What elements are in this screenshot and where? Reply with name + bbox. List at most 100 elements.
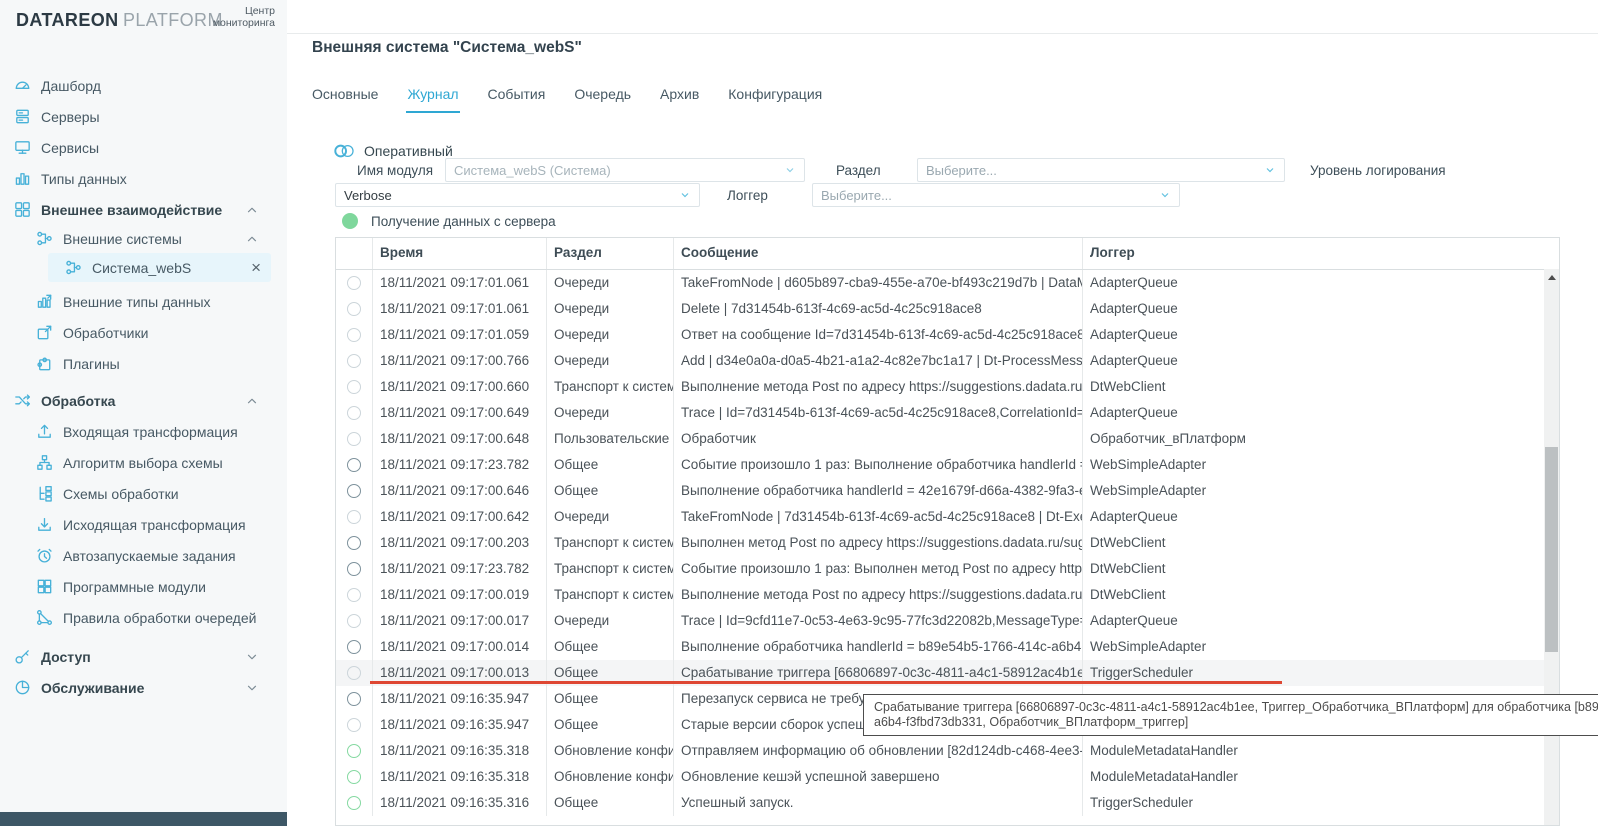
scroll-up-icon[interactable]	[1548, 275, 1556, 280]
tab-archive[interactable]: Архив	[659, 84, 700, 113]
row-status-circle[interactable]	[347, 406, 361, 420]
tab-main[interactable]: Основные	[311, 84, 379, 113]
cell-message: Delete | 7d31454b-613f-4c69-ac5d-4c25c91…	[674, 296, 1083, 322]
table-row[interactable]: 18/11/2021 09:17:01.061ОчередиDelete | 7…	[336, 296, 1559, 322]
row-status-circle[interactable]	[347, 536, 361, 550]
sidebar-item-external-systems[interactable]: Внешние системы	[0, 225, 287, 252]
module-name-select[interactable]: Система_webS (Система)	[445, 158, 805, 182]
top-bar	[287, 0, 1598, 34]
row-status-circle[interactable]	[347, 770, 361, 784]
operational-toggle[interactable]: Оперативный	[333, 142, 453, 160]
sidebar-item-auto-tasks[interactable]: Автозапускаемые задания	[0, 540, 287, 571]
table-row[interactable]: 18/11/2021 09:17:00.660Транспорт к систе…	[336, 374, 1559, 400]
row-status-circle[interactable]	[347, 510, 361, 524]
chevron-down-icon[interactable]	[245, 681, 259, 695]
row-status-circle[interactable]	[347, 796, 361, 810]
row-status-circle[interactable]	[347, 614, 361, 628]
cell-logger: AdapterQueue	[1083, 296, 1559, 322]
tab-queue[interactable]: Очередь	[573, 84, 632, 113]
sidebar-item-label: Внешнее взаимодействие	[41, 202, 222, 218]
row-status-circle[interactable]	[347, 354, 361, 368]
sidebar-item-program-modules[interactable]: Программные модули	[0, 571, 287, 602]
sidebar-item-servers[interactable]: Серверы	[0, 101, 287, 132]
row-status-circle[interactable]	[347, 458, 361, 472]
header-section[interactable]: Раздел	[547, 238, 674, 269]
table-row[interactable]: 18/11/2021 09:17:00.646ОбщееВыполнение о…	[336, 478, 1559, 504]
table-row[interactable]: 18/11/2021 09:17:00.014ОбщееВыполнение о…	[336, 634, 1559, 660]
tab-events[interactable]: События	[487, 84, 547, 113]
status-dot-icon	[342, 213, 358, 229]
table-row[interactable]: 18/11/2021 09:16:35.318Обновление конфиО…	[336, 764, 1559, 790]
logger-placeholder: Выберите...	[821, 188, 1153, 203]
chevron-up-icon[interactable]	[245, 394, 259, 408]
sidebar-item-processing-schemas[interactable]: Схемы обработки	[0, 478, 287, 509]
row-status-circle[interactable]	[347, 432, 361, 446]
table-row[interactable]: 18/11/2021 09:16:35.318Обновление конфиО…	[336, 738, 1559, 764]
chevron-down-icon[interactable]	[245, 650, 259, 664]
table-row[interactable]: 18/11/2021 09:17:23.782ОбщееСобытие прои…	[336, 452, 1559, 478]
header-message[interactable]: Сообщение	[674, 238, 1083, 269]
logger-select[interactable]: Выберите...	[812, 183, 1180, 207]
queue-rules-icon	[34, 608, 54, 628]
sidebar-item-plugins[interactable]: Плагины	[0, 348, 287, 379]
row-status-circle[interactable]	[347, 666, 361, 680]
row-status-circle[interactable]	[347, 484, 361, 498]
row-status-circle[interactable]	[347, 328, 361, 342]
sidebar-item-maintenance[interactable]: Обслуживание	[0, 672, 287, 703]
sidebar-item-schema-select-algorithm[interactable]: Алгоритм выбора схемы	[0, 447, 287, 478]
chevron-up-icon[interactable]	[245, 203, 259, 217]
sidebar-item-processing[interactable]: Обработка	[0, 385, 287, 416]
table-scrollbar[interactable]	[1544, 269, 1559, 825]
tab-configuration[interactable]: Конфигурация	[727, 84, 823, 113]
module-name-value: Система_webS (Система)	[454, 163, 778, 178]
sidebar-item-outgoing-transformation[interactable]: Исходящая трансформация	[0, 509, 287, 540]
sidebar-item-external-interaction[interactable]: Внешнее взаимодействие	[0, 194, 287, 225]
cell-logger: WebSimpleAdapter	[1083, 452, 1559, 478]
row-status-circle[interactable]	[347, 302, 361, 316]
cell-logger: TriggerScheduler	[1083, 790, 1559, 816]
table-row[interactable]: 18/11/2021 09:17:00.642ОчередиTakeFromNo…	[336, 504, 1559, 530]
header-time[interactable]: Время	[373, 238, 547, 269]
row-status-circle[interactable]	[347, 380, 361, 394]
row-status-cell	[336, 660, 373, 686]
table-row[interactable]: 18/11/2021 09:17:00.649ОчередиTrace | Id…	[336, 400, 1559, 426]
row-status-circle[interactable]	[347, 588, 361, 602]
header-logger[interactable]: Логгер	[1083, 238, 1559, 269]
row-status-cell	[336, 738, 373, 764]
sidebar-item-queue-rules[interactable]: Правила обработки очередей	[0, 602, 287, 633]
row-status-circle[interactable]	[347, 276, 361, 290]
sidebar-item-incoming-transformation[interactable]: Входящая трансформация	[0, 416, 287, 447]
chevron-up-icon[interactable]	[245, 232, 259, 246]
sidebar-item-handlers[interactable]: Обработчики	[0, 317, 287, 348]
table-header: Время Раздел Сообщение Логгер	[336, 238, 1559, 270]
row-status-circle[interactable]	[347, 562, 361, 576]
row-status-cell	[336, 790, 373, 816]
sidebar-item-services[interactable]: Сервисы	[0, 132, 287, 163]
tab-journal[interactable]: Журнал	[406, 84, 459, 113]
row-status-circle[interactable]	[347, 744, 361, 758]
sidebar-item-system-webs[interactable]: Система_webS×	[48, 253, 271, 282]
table-row[interactable]: 18/11/2021 09:17:00.648Пользовательские …	[336, 426, 1559, 452]
cell-section: Общее	[547, 634, 674, 660]
sidebar-item-data-types[interactable]: Типы данных	[0, 163, 287, 194]
sidebar-item-external-data-types[interactable]: Внешние типы данных	[0, 286, 287, 317]
log-level-select[interactable]: Verbose	[335, 183, 700, 207]
sidebar-item-dashboard[interactable]: Дашборд	[0, 70, 287, 101]
sidebar-item-label: Сервисы	[41, 140, 99, 156]
row-status-circle[interactable]	[347, 692, 361, 706]
table-row[interactable]: 18/11/2021 09:16:35.316ОбщееУспешный зап…	[336, 790, 1559, 816]
table-row[interactable]: 18/11/2021 09:17:23.782Транспорт к систе…	[336, 556, 1559, 582]
table-row[interactable]: 18/11/2021 09:17:01.061ОчередиTakeFromNo…	[336, 270, 1559, 296]
row-status-circle[interactable]	[347, 640, 361, 654]
table-row[interactable]: 18/11/2021 09:17:00.017ОчередиTrace | Id…	[336, 608, 1559, 634]
table-row[interactable]: 18/11/2021 09:17:00.019Транспорт к систе…	[336, 582, 1559, 608]
toggle-icon[interactable]	[333, 142, 356, 160]
sidebar-item-access[interactable]: Доступ	[0, 641, 287, 672]
section-select[interactable]: Выберите...	[917, 158, 1285, 182]
table-row[interactable]: 18/11/2021 09:17:00.766ОчередиAdd | d34e…	[336, 348, 1559, 374]
scrollbar-thumb[interactable]	[1545, 447, 1558, 652]
close-icon[interactable]: ×	[251, 259, 261, 276]
table-row[interactable]: 18/11/2021 09:17:01.059ОчередиОтвет на с…	[336, 322, 1559, 348]
table-row[interactable]: 18/11/2021 09:17:00.203Транспорт к систе…	[336, 530, 1559, 556]
row-status-circle[interactable]	[347, 718, 361, 732]
